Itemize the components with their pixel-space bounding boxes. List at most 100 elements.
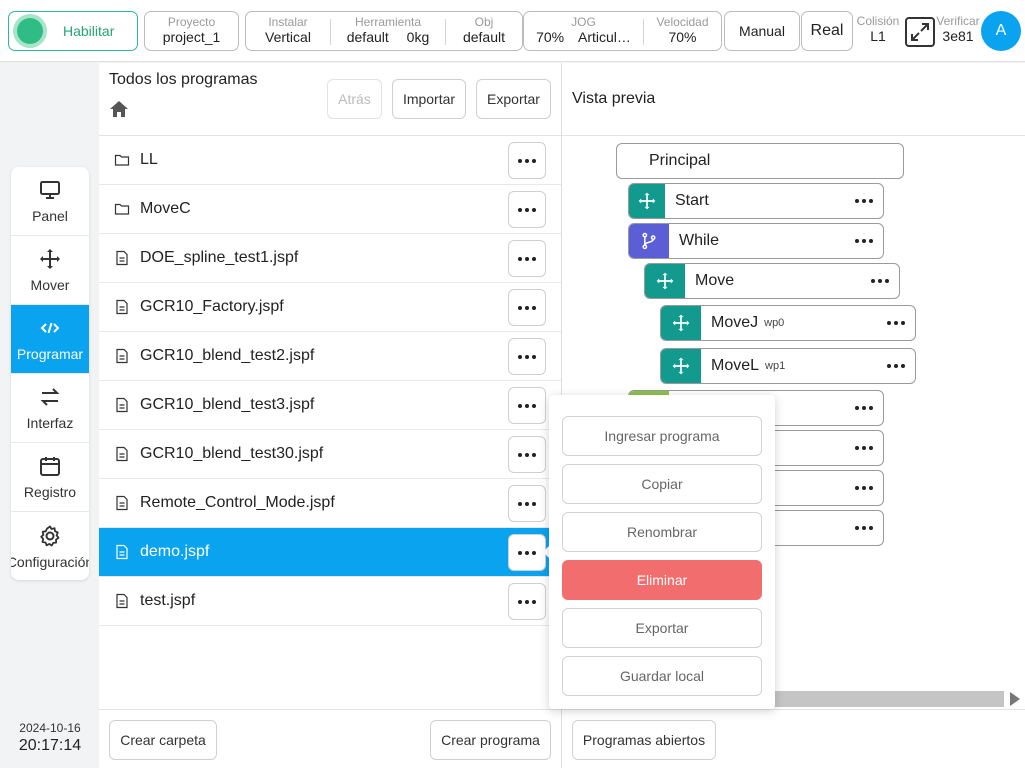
list-item-file[interactable]: GCR10_blend_test30.jspf bbox=[99, 430, 561, 479]
verify-status[interactable]: Verificar 3e81 bbox=[936, 11, 980, 51]
copy-button[interactable]: Copiar bbox=[562, 464, 762, 504]
expand-icon[interactable] bbox=[904, 16, 936, 48]
collision-level[interactable]: Colisión L1 bbox=[856, 11, 900, 51]
jog-title: JOG bbox=[571, 15, 596, 29]
open-programs-button[interactable]: Programas abiertos bbox=[572, 720, 716, 760]
more-icon bbox=[518, 207, 536, 212]
more-options-button[interactable] bbox=[508, 289, 546, 326]
install-cell[interactable]: Instalar Vertical bbox=[246, 12, 330, 50]
node-label: While bbox=[679, 232, 720, 249]
project-selector[interactable]: Proyecto project_1 bbox=[144, 11, 239, 51]
scroll-right-icon[interactable] bbox=[1010, 692, 1020, 706]
tree-node-movej[interactable]: MoveJ wp0 bbox=[660, 305, 916, 341]
export-file-button[interactable]: Exportar bbox=[562, 608, 762, 648]
tool-cell[interactable]: Herramienta default 0kg bbox=[331, 12, 445, 50]
obj-cell[interactable]: Obj default bbox=[446, 12, 522, 50]
file-name: GCR10_blend_test3.jspf bbox=[140, 396, 315, 413]
back-button[interactable]: Atrás bbox=[327, 79, 382, 119]
import-button[interactable]: Importar bbox=[392, 79, 466, 119]
current-time: 20:17:14 bbox=[18, 737, 82, 754]
more-options-button[interactable] bbox=[508, 240, 546, 277]
nav-item-log[interactable]: Registro bbox=[11, 443, 89, 512]
more-icon[interactable] bbox=[855, 239, 873, 243]
install-tool-obj-selector[interactable]: Instalar Vertical Herramienta default 0k… bbox=[245, 11, 523, 51]
node-icon-box bbox=[629, 224, 669, 258]
node-icon-box bbox=[661, 306, 701, 340]
more-options-button[interactable] bbox=[508, 485, 546, 522]
nav-label: Programar bbox=[16, 346, 84, 362]
node-waypoint: wp1 bbox=[765, 360, 786, 372]
document-icon bbox=[116, 250, 128, 266]
export-button[interactable]: Exportar bbox=[476, 79, 551, 119]
more-icon[interactable] bbox=[855, 526, 873, 530]
enter-program-button[interactable]: Ingresar programa bbox=[562, 416, 762, 456]
tool-title: Herramienta bbox=[354, 15, 422, 29]
jog-values: 70% Articul… bbox=[524, 29, 643, 46]
list-item-file[interactable]: DOE_spline_test1.jspf bbox=[99, 234, 561, 283]
rename-button[interactable]: Renombrar bbox=[562, 512, 762, 552]
more-icon bbox=[518, 403, 536, 408]
more-icon[interactable] bbox=[887, 321, 905, 325]
nav-item-move[interactable]: Mover bbox=[11, 236, 89, 305]
enable-button[interactable]: Habilitar bbox=[8, 11, 138, 51]
more-icon[interactable] bbox=[855, 486, 873, 490]
tree-node-while[interactable]: While bbox=[628, 223, 884, 259]
tree-node-movel[interactable]: MoveL wp1 bbox=[660, 348, 916, 384]
collision-title: Colisión bbox=[856, 14, 900, 28]
program-list-panel: Todos los programas Atrás Importar Expor… bbox=[99, 63, 562, 768]
nav-item-program[interactable]: Programar bbox=[11, 305, 89, 374]
top-status-bar: Habilitar Proyecto project_1 Instalar Ve… bbox=[0, 0, 1025, 62]
more-icon[interactable] bbox=[855, 199, 873, 203]
speed-cell[interactable]: Velocidad 70% bbox=[644, 12, 721, 50]
list-item-folder[interactable]: LL bbox=[99, 136, 561, 185]
preview-footer: Programas abiertos bbox=[562, 709, 1025, 768]
system-clock: 2024-10-16 20:17:14 bbox=[8, 721, 92, 755]
create-folder-button[interactable]: Crear carpeta bbox=[109, 720, 217, 760]
save-local-button[interactable]: Guardar local bbox=[562, 656, 762, 696]
home-icon[interactable] bbox=[109, 99, 129, 119]
file-name: LL bbox=[140, 151, 158, 168]
more-options-button[interactable] bbox=[508, 142, 546, 179]
list-item-file[interactable]: Remote_Control_Mode.jspf bbox=[99, 479, 561, 528]
list-item-file-selected[interactable]: demo.jspf bbox=[99, 528, 561, 577]
more-options-button[interactable] bbox=[508, 191, 546, 228]
more-options-button[interactable] bbox=[508, 387, 546, 424]
obj-value: default bbox=[462, 29, 506, 45]
real-mode-button[interactable]: Real bbox=[801, 11, 853, 51]
list-item-file[interactable]: test.jspf bbox=[99, 577, 561, 626]
more-options-button[interactable] bbox=[508, 583, 546, 620]
tree-node-root[interactable]: Principal bbox=[616, 143, 904, 179]
jog-speed-selector[interactable]: JOG 70% Articul… Velocidad 70% bbox=[523, 11, 722, 51]
node-icon-box bbox=[661, 349, 701, 383]
more-icon[interactable] bbox=[855, 406, 873, 410]
speed-title: Velocidad bbox=[656, 15, 709, 29]
create-program-button[interactable]: Crear programa bbox=[430, 720, 551, 760]
list-item-file[interactable]: GCR10_blend_test3.jspf bbox=[99, 381, 561, 430]
jog-cell[interactable]: JOG 70% Articul… bbox=[524, 12, 643, 50]
nav-label: Mover bbox=[30, 277, 70, 293]
nav-label: Registro bbox=[23, 484, 77, 500]
manual-mode-button[interactable]: Manual bbox=[724, 11, 800, 51]
nav-item-interface[interactable]: Interfaz bbox=[11, 374, 89, 443]
file-name: GCR10_Factory.jspf bbox=[140, 298, 284, 315]
more-options-button[interactable] bbox=[508, 534, 546, 571]
user-avatar[interactable]: A bbox=[981, 11, 1021, 51]
more-icon[interactable] bbox=[887, 364, 905, 368]
document-icon bbox=[116, 544, 128, 560]
tool-weight: 0kg bbox=[406, 29, 430, 45]
more-icon[interactable] bbox=[855, 446, 873, 450]
list-item-folder[interactable]: MoveC bbox=[99, 185, 561, 234]
nav-item-panel[interactable]: Panel bbox=[11, 167, 89, 236]
nav-label: Panel bbox=[32, 208, 68, 224]
tree-node-start[interactable]: Start bbox=[628, 183, 884, 219]
list-item-file[interactable]: GCR10_Factory.jspf bbox=[99, 283, 561, 332]
tree-node-move[interactable]: Move bbox=[644, 263, 900, 299]
delete-button[interactable]: Eliminar bbox=[562, 560, 762, 600]
list-item-file[interactable]: GCR10_blend_test2.jspf bbox=[99, 332, 561, 381]
more-options-button[interactable] bbox=[508, 436, 546, 473]
scrollbar-thumb[interactable] bbox=[772, 691, 1004, 707]
enable-label: Habilitar bbox=[63, 23, 115, 39]
more-options-button[interactable] bbox=[508, 338, 546, 375]
more-icon[interactable] bbox=[871, 279, 889, 283]
nav-item-settings[interactable]: Configuración bbox=[11, 512, 89, 580]
